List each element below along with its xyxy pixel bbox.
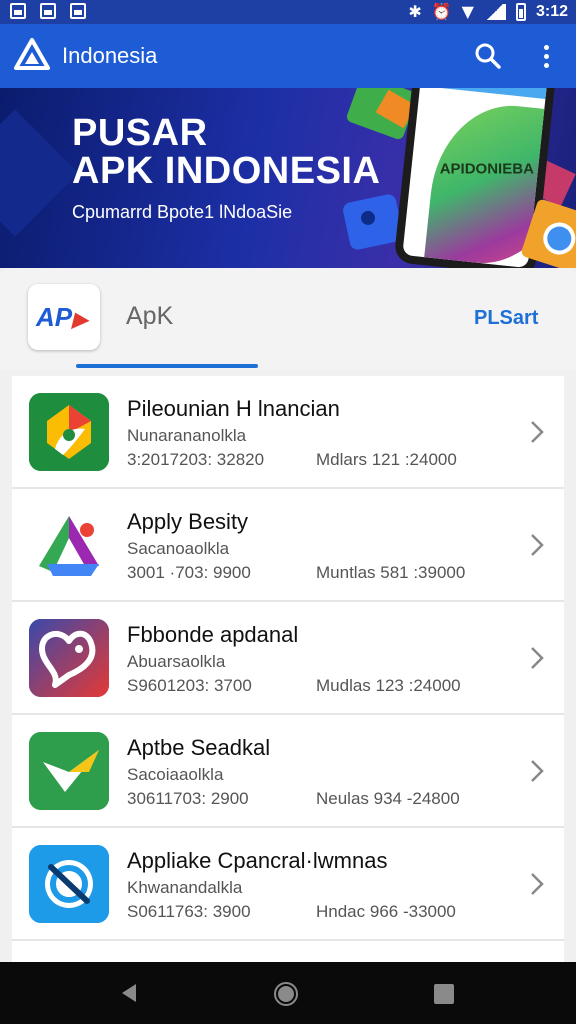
bluetooth-icon: ✱	[408, 2, 422, 21]
apk-logo-letters: AP	[36, 302, 73, 332]
drive-like-icon	[29, 506, 109, 584]
more-vert-icon[interactable]	[534, 40, 558, 72]
phone-screen-bar	[420, 88, 548, 99]
app-downloads: Hndac 966 -33000	[316, 902, 456, 921]
system-nav-bar	[0, 962, 576, 1024]
app-developer: Khwanandalkla	[127, 878, 243, 897]
app-title: Indonesia	[62, 43, 158, 68]
app-version: 3:2017203: 32820	[127, 450, 265, 469]
app-developer: Sacoiaaolkla	[127, 765, 224, 784]
banner-title: PUSAR APK INDONESIA	[72, 114, 380, 190]
app-list: Pileounian H lnancian Nunarananolkla 3:2…	[12, 376, 564, 962]
tab-pusat[interactable]: PLSart	[474, 306, 538, 330]
clock: 3:12	[535, 3, 568, 20]
search-icon[interactable]	[472, 40, 504, 72]
banner-decoration	[0, 109, 79, 237]
app-downloads: Neulas 934 -24800	[316, 789, 460, 808]
tab-strip: AP▶ ApK PLSart	[0, 268, 576, 370]
app-developer: Abuarsaolkla	[127, 652, 226, 671]
banner-title-line1: PUSAR	[72, 112, 208, 154]
banner-subtitle: Cpumarrd Bpote1 lNdoaSie	[72, 202, 293, 222]
system-icons: ✱ ⏰ ▼ 3:12	[408, 2, 568, 22]
app-title: Fbbonde apdanal	[127, 622, 299, 647]
image-icon	[10, 3, 26, 19]
list-item[interactable]: Apply Besity Sacanoaolkla 3001 ·703: 990…	[12, 489, 564, 602]
list-item[interactable]: Pileounian H lnancian Nunarananolkla 3:2…	[12, 376, 564, 489]
apk-logo-text: AP▶	[36, 304, 88, 333]
app-title: Apply Besity	[127, 509, 249, 534]
app-version: 3001 ·703: 9900	[127, 563, 251, 582]
chevron-right-icon	[531, 873, 544, 895]
app-version: S9601203: 3700	[127, 676, 252, 695]
active-tab-indicator	[76, 364, 258, 368]
back-icon[interactable]	[118, 982, 140, 1004]
notification-icons	[10, 3, 86, 19]
home-icon[interactable]	[274, 982, 298, 1006]
battery-icon	[515, 3, 526, 21]
list-item[interactable]: Appliake Cpancral·lwmnas Khwanandalkla S…	[12, 828, 564, 941]
status-bar: ✱ ⏰ ▼ 3:12	[0, 0, 576, 24]
blocked-circle-icon	[29, 845, 109, 923]
phone-screen-text: APIDONIEBA	[439, 160, 534, 178]
list-item[interactable]: Fbbonde apdanal Abuarsaolkla S9601203: 3…	[12, 602, 564, 715]
app-developer: Sacanoaolkla	[127, 539, 230, 558]
heart-chat-icon	[29, 619, 109, 697]
wifi-icon: ▼	[461, 2, 474, 21]
sync-icon	[40, 3, 56, 19]
apk-logo-arrow: ▶	[72, 309, 88, 331]
app-title: Aptbe Seadkal	[127, 735, 271, 760]
banner-title-line2: APK INDONESIA	[72, 150, 381, 192]
chevron-right-icon	[531, 534, 544, 556]
app-version: S0611763: 3900	[127, 902, 251, 921]
triangle-logo-icon[interactable]	[14, 37, 50, 73]
app-downloads: Mdlars 121 :24000	[316, 450, 457, 469]
app-title: Appliake Cpancral·lwmnas	[127, 848, 388, 873]
app-downloads: Mudlas 123 :24000	[316, 676, 461, 695]
promo-banner[interactable]: PUSAR APK INDONESIA Cpumarrd Bpote1 lNdo…	[0, 88, 576, 268]
tab-apk[interactable]: ApK	[126, 302, 173, 330]
play-store-like-icon	[29, 393, 109, 471]
chevron-right-icon	[531, 760, 544, 782]
photo-icon	[70, 3, 86, 19]
app-downloads: Muntlas 581 :39000	[316, 563, 466, 582]
chevron-right-icon	[531, 421, 544, 443]
apk-logo[interactable]: AP▶	[28, 284, 100, 350]
chevron-right-icon	[531, 647, 544, 669]
recents-icon[interactable]	[434, 984, 454, 1004]
app-bar: Indonesia	[0, 24, 576, 88]
app-title: Pileounian H lnancian	[127, 396, 340, 421]
app-developer: Nunarananolkla	[127, 426, 247, 445]
alarm-icon: ⏰	[431, 2, 452, 21]
app-version: 30611703: 2900	[127, 789, 249, 808]
list-item[interactable]: Aptbe Seadkal Sacoiaaolkla 30611703: 290…	[12, 715, 564, 828]
check-mark-icon	[29, 732, 109, 810]
signal-icon	[483, 4, 506, 20]
